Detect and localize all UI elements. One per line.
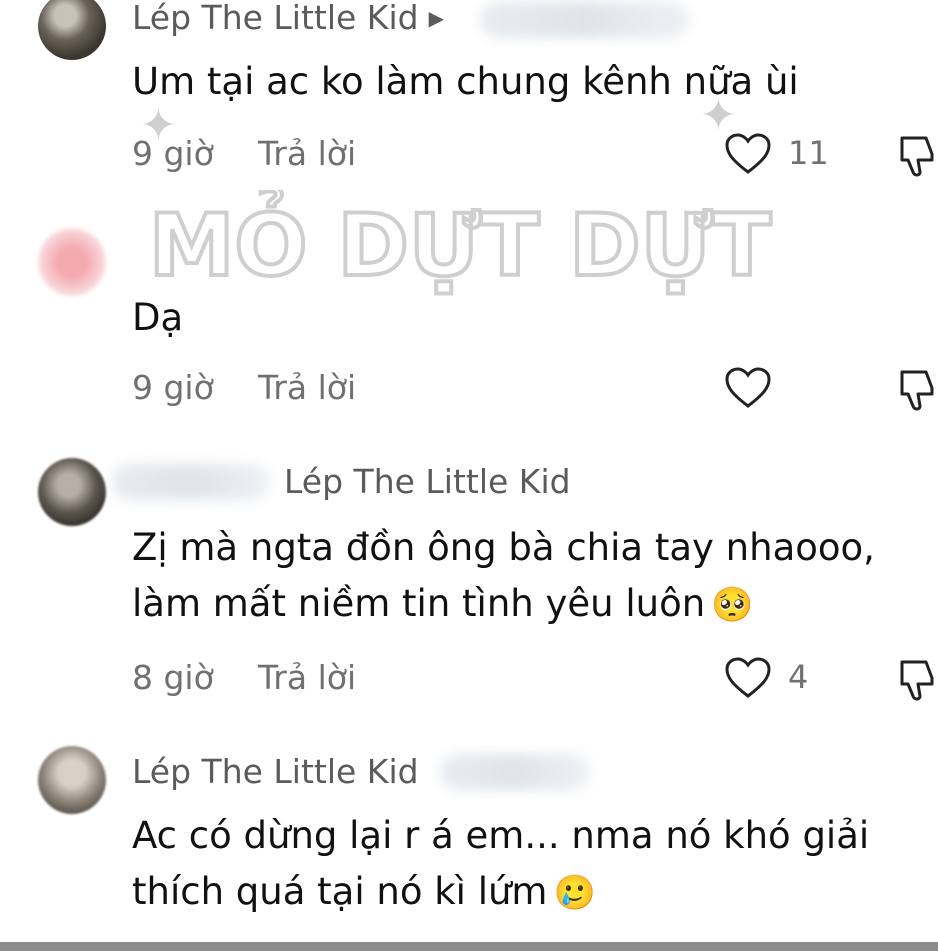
sparkle-icon: ✦ xyxy=(140,100,177,151)
reply-button[interactable]: Trả lời xyxy=(258,368,356,407)
comment-time: 9 giờ xyxy=(132,368,214,407)
watermark-text: MỎ DỰT DỰT xyxy=(149,190,772,296)
avatar[interactable] xyxy=(38,458,106,526)
heart-outline-icon[interactable] xyxy=(724,366,772,410)
comment-text: thích quá tại nó kì lứm xyxy=(132,870,548,913)
thumbs-down-outline-icon[interactable] xyxy=(896,134,938,178)
comment-text-line-1: Ac có dừng lại r á em... nma nó khó giải xyxy=(132,814,870,857)
comment-text: Dạ xyxy=(132,296,184,339)
username-text[interactable]: Lép The Little Kid xyxy=(132,0,419,37)
blurred-username xyxy=(112,464,270,500)
blurred-username xyxy=(480,2,690,38)
pleading-face-emoji: 🥺 xyxy=(711,585,754,625)
reply-button[interactable]: Trả lời xyxy=(258,658,356,697)
avatar[interactable] xyxy=(38,0,106,60)
comment-text-line-1: Zị mà ngta đồn ông bà chia tay nhaooo, xyxy=(132,526,875,569)
blurred-username xyxy=(440,754,590,790)
smiling-face-with-tear-emoji: 🥲 xyxy=(553,873,596,913)
sparkle-icon: ✦ xyxy=(700,90,737,141)
thumbs-down-outline-icon[interactable] xyxy=(896,368,938,412)
comment-username[interactable]: Lép The Little Kid xyxy=(132,752,419,791)
comment-text: Um tại ac ko làm chung kênh nữa ùi xyxy=(132,60,799,103)
comment-username[interactable]: Lép The Little Kid ▶ xyxy=(132,0,444,37)
thumbs-down-outline-icon[interactable] xyxy=(896,658,938,702)
comment-text-line-2: làm mất niềm tin tình yêu luôn 🥺 xyxy=(132,576,754,633)
play-arrow-icon: ▶ xyxy=(428,6,444,30)
avatar[interactable] xyxy=(38,228,106,296)
watermark-logo: MỎ DỰT DỰT xyxy=(147,190,774,298)
comment-text: làm mất niềm tin tình yêu luôn xyxy=(132,582,706,625)
comment-time: 8 giờ xyxy=(132,658,214,697)
heart-outline-icon[interactable] xyxy=(724,656,772,700)
comment-username[interactable]: Lép The Little Kid xyxy=(284,462,571,501)
comment-text-line-2: thích quá tại nó kì lứm 🥲 xyxy=(132,864,596,921)
avatar[interactable] xyxy=(38,746,106,814)
bottom-divider xyxy=(0,942,938,951)
reply-button[interactable]: Trả lời xyxy=(258,134,356,173)
like-count: 11 xyxy=(788,134,829,172)
like-count: 4 xyxy=(788,658,809,696)
